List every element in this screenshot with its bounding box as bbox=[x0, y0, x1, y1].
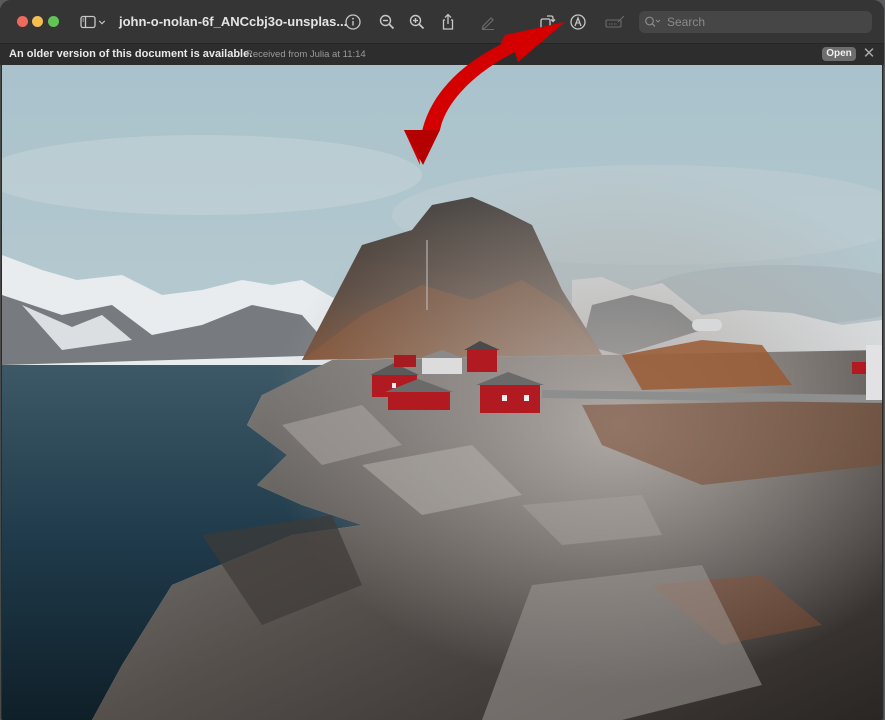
search-field[interactable] bbox=[639, 11, 872, 33]
zoom-out-icon[interactable] bbox=[377, 12, 397, 32]
rotate-icon[interactable] bbox=[537, 12, 557, 32]
banner-message: An older version of this document is ava… bbox=[9, 48, 253, 60]
search-icon bbox=[644, 15, 662, 29]
search-input[interactable] bbox=[665, 14, 869, 30]
document-title: john-o-nolan-6f_ANCcbj3o-unsplas... bbox=[119, 14, 348, 29]
close-banner-icon[interactable]: ✕ bbox=[862, 46, 876, 62]
minimize-window-button[interactable] bbox=[32, 16, 43, 27]
document-image bbox=[2, 65, 882, 720]
highlight-pen-icon[interactable] bbox=[478, 12, 498, 32]
share-icon[interactable] bbox=[438, 12, 458, 32]
info-icon[interactable] bbox=[343, 12, 363, 32]
version-banner: An older version of this document is ava… bbox=[0, 43, 884, 65]
banner-detail: Received from Julia at 11:14 bbox=[246, 49, 366, 60]
toolbar: john-o-nolan-6f_ANCcbj3o-unsplas... bbox=[0, 0, 884, 43]
signature-icon[interactable] bbox=[603, 12, 627, 32]
preview-window: john-o-nolan-6f_ANCcbj3o-unsplas... Sear… bbox=[0, 0, 884, 720]
markup-icon[interactable] bbox=[568, 12, 588, 32]
close-window-button[interactable] bbox=[17, 16, 28, 27]
chevron-down-icon[interactable] bbox=[95, 12, 109, 32]
maximize-window-button[interactable] bbox=[48, 16, 59, 27]
zoom-in-icon[interactable] bbox=[407, 12, 427, 32]
open-older-version-button[interactable]: Open bbox=[822, 47, 856, 61]
